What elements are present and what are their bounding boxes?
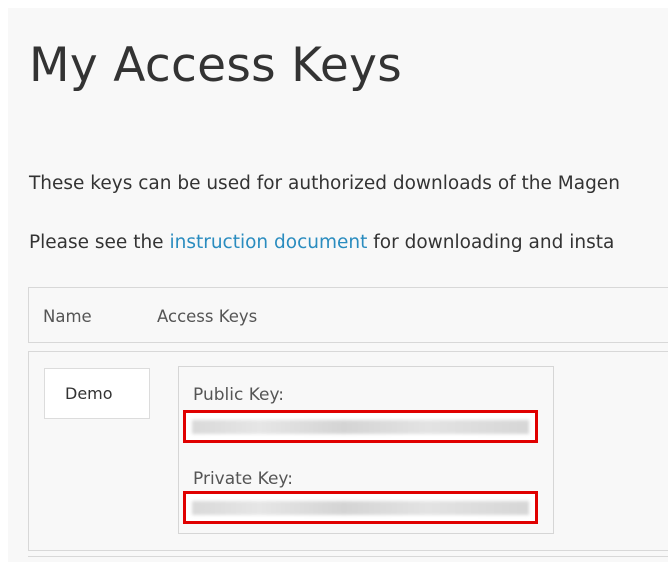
page-title: My Access Keys [29, 38, 403, 93]
instruction-text: Please see the instruction document for … [29, 232, 614, 253]
private-key-value-redacted [192, 501, 529, 515]
table-header: Name Access Keys [28, 287, 668, 343]
instruction-suffix: for downloading and insta [367, 232, 615, 253]
column-header-name: Name [43, 307, 92, 326]
table-divider [28, 556, 668, 557]
private-key-field[interactable] [183, 491, 538, 524]
table-row: Demo Public Key: Private Key: [28, 351, 668, 551]
instruction-prefix: Please see the [29, 232, 170, 253]
public-key-value-redacted [192, 420, 529, 434]
public-key-label: Public Key: [193, 385, 285, 405]
intro-text: These keys can be used for authorized do… [29, 173, 620, 194]
key-name: Demo [65, 384, 113, 403]
key-name-cell: Demo [44, 368, 150, 419]
private-key-label: Private Key: [193, 469, 293, 489]
public-key-field[interactable] [183, 410, 538, 443]
column-header-access-keys: Access Keys [157, 307, 258, 326]
access-keys-cell: Public Key: Private Key: [178, 366, 554, 534]
instruction-document-link[interactable]: instruction document [169, 232, 367, 253]
access-keys-table: Name Access Keys Demo Public Key: Privat… [28, 287, 668, 562]
